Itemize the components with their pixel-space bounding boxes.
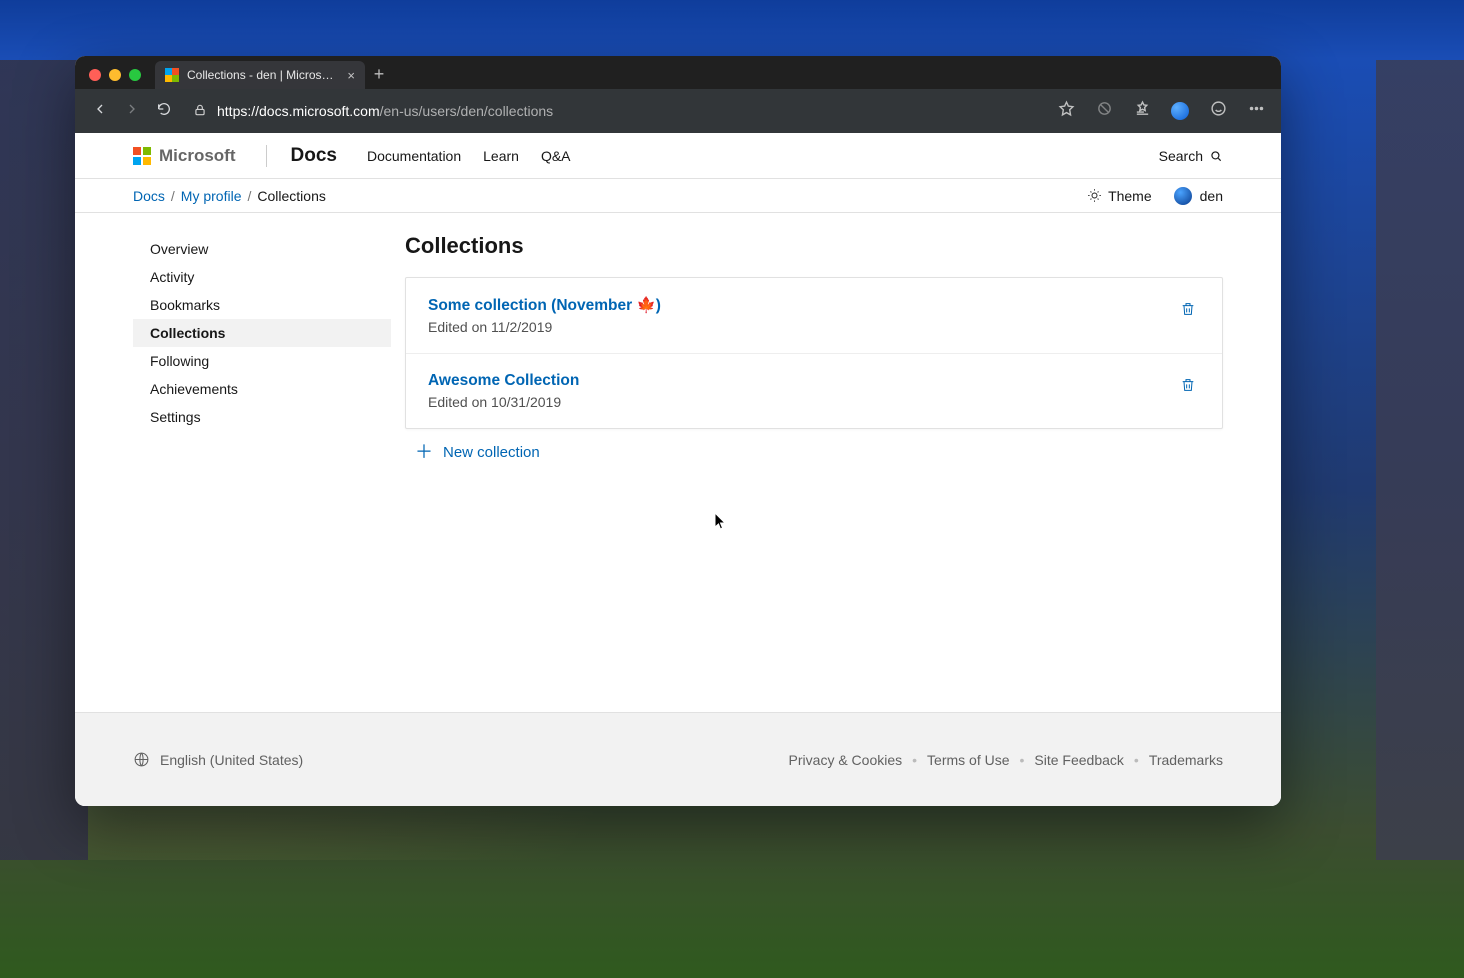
tracking-icon[interactable]	[1095, 100, 1113, 122]
window-controls	[85, 69, 149, 89]
footer-links: Privacy & Cookies • Terms of Use • Site …	[789, 752, 1223, 768]
crumb-current: Collections	[257, 188, 325, 204]
feedback-smiley-icon[interactable]	[1209, 100, 1227, 122]
new-collection-label: New collection	[443, 444, 540, 461]
tab-title: Collections - den | Microsoft Do	[187, 68, 339, 82]
minimize-window-button[interactable]	[109, 69, 121, 81]
browser-tab[interactable]: Collections - den | Microsoft Do ×	[155, 61, 365, 89]
reload-button[interactable]	[155, 101, 173, 122]
new-tab-button[interactable]: +	[365, 64, 393, 89]
collection-meta: Edited on 10/31/2019	[428, 394, 1176, 410]
search-icon	[1209, 149, 1223, 163]
user-menu[interactable]: den	[1174, 187, 1223, 205]
globe-icon	[133, 751, 150, 768]
back-button[interactable]	[91, 101, 109, 122]
close-window-button[interactable]	[89, 69, 101, 81]
breadcrumb: Docs / My profile / Collections	[133, 188, 326, 204]
url-text: https://docs.microsoft.com/en-us/users/d…	[217, 103, 553, 119]
docs-logo[interactable]: Docs	[291, 145, 337, 167]
site-header: Microsoft Docs Documentation Learn Q&A S…	[75, 133, 1281, 179]
browser-window: Collections - den | Microsoft Do × + htt…	[75, 56, 1281, 806]
profile-extension-icon[interactable]	[1171, 102, 1189, 120]
sidebar-item-achievements[interactable]: Achievements	[133, 375, 391, 403]
tab-favicon	[165, 68, 179, 82]
content-area: Overview Activity Bookmarks Collections …	[75, 213, 1281, 712]
more-menu-icon[interactable]	[1247, 100, 1265, 122]
search-button[interactable]: Search	[1159, 148, 1223, 164]
footer-trademarks[interactable]: Trademarks	[1149, 752, 1223, 768]
collection-item: Some collection (November 🍁) Edited on 1…	[406, 278, 1222, 353]
sub-header: Docs / My profile / Collections Theme de…	[75, 179, 1281, 213]
profile-sidebar: Overview Activity Bookmarks Collections …	[133, 233, 391, 712]
language-selector[interactable]: English (United States)	[133, 751, 303, 768]
nav-documentation[interactable]: Documentation	[367, 148, 461, 164]
new-collection-button[interactable]: ＋ New collection	[405, 429, 1223, 475]
delete-collection-button[interactable]	[1176, 296, 1200, 327]
site-footer: English (United States) Privacy & Cookie…	[75, 712, 1281, 806]
crumb-profile[interactable]: My profile	[181, 188, 242, 204]
maximize-window-button[interactable]	[129, 69, 141, 81]
nav-learn[interactable]: Learn	[483, 148, 519, 164]
sun-icon	[1087, 188, 1102, 203]
primary-nav: Documentation Learn Q&A	[367, 148, 571, 164]
language-label: English (United States)	[160, 752, 303, 768]
plus-icon: ＋	[415, 443, 433, 461]
sidebar-item-overview[interactable]: Overview	[133, 235, 391, 263]
forward-button[interactable]	[123, 101, 141, 122]
mouse-cursor	[714, 512, 726, 530]
collection-item: Awesome Collection Edited on 10/31/2019	[406, 353, 1222, 428]
trash-icon	[1180, 300, 1196, 318]
browser-toolbar: https://docs.microsoft.com/en-us/users/d…	[75, 89, 1281, 133]
toolbar-right	[1057, 100, 1265, 122]
collections-list: Some collection (November 🍁) Edited on 1…	[405, 277, 1223, 429]
favorite-star-icon[interactable]	[1057, 100, 1075, 122]
sidebar-item-activity[interactable]: Activity	[133, 263, 391, 291]
search-label: Search	[1159, 148, 1203, 164]
username: den	[1200, 188, 1223, 204]
microsoft-logo-icon	[133, 147, 151, 165]
collection-name-link[interactable]: Some collection (November 🍁)	[428, 296, 1176, 315]
footer-feedback[interactable]: Site Feedback	[1034, 752, 1124, 768]
avatar	[1174, 187, 1192, 205]
favorites-list-icon[interactable]	[1133, 100, 1151, 122]
sidebar-item-collections[interactable]: Collections	[133, 319, 391, 347]
footer-terms[interactable]: Terms of Use	[927, 752, 1009, 768]
microsoft-logo-text: Microsoft	[159, 146, 236, 166]
main-panel: Collections Some collection (November 🍁)…	[391, 233, 1223, 712]
divider	[266, 145, 267, 167]
page-title: Collections	[405, 233, 1223, 259]
sidebar-item-settings[interactable]: Settings	[133, 403, 391, 431]
theme-toggle[interactable]: Theme	[1087, 188, 1152, 204]
browser-titlebar: Collections - den | Microsoft Do × +	[75, 56, 1281, 89]
theme-label: Theme	[1108, 188, 1152, 204]
page-content: Microsoft Docs Documentation Learn Q&A S…	[75, 133, 1281, 806]
delete-collection-button[interactable]	[1176, 372, 1200, 403]
lock-icon	[193, 103, 207, 120]
close-tab-icon[interactable]: ×	[347, 68, 355, 83]
collection-meta: Edited on 11/2/2019	[428, 319, 1176, 335]
footer-privacy[interactable]: Privacy & Cookies	[789, 752, 903, 768]
address-bar[interactable]: https://docs.microsoft.com/en-us/users/d…	[187, 103, 1043, 120]
trash-icon	[1180, 376, 1196, 394]
microsoft-logo[interactable]: Microsoft	[133, 146, 236, 166]
collection-name-link[interactable]: Awesome Collection	[428, 372, 1176, 390]
crumb-docs[interactable]: Docs	[133, 188, 165, 204]
sidebar-item-following[interactable]: Following	[133, 347, 391, 375]
sidebar-item-bookmarks[interactable]: Bookmarks	[133, 291, 391, 319]
nav-qa[interactable]: Q&A	[541, 148, 571, 164]
